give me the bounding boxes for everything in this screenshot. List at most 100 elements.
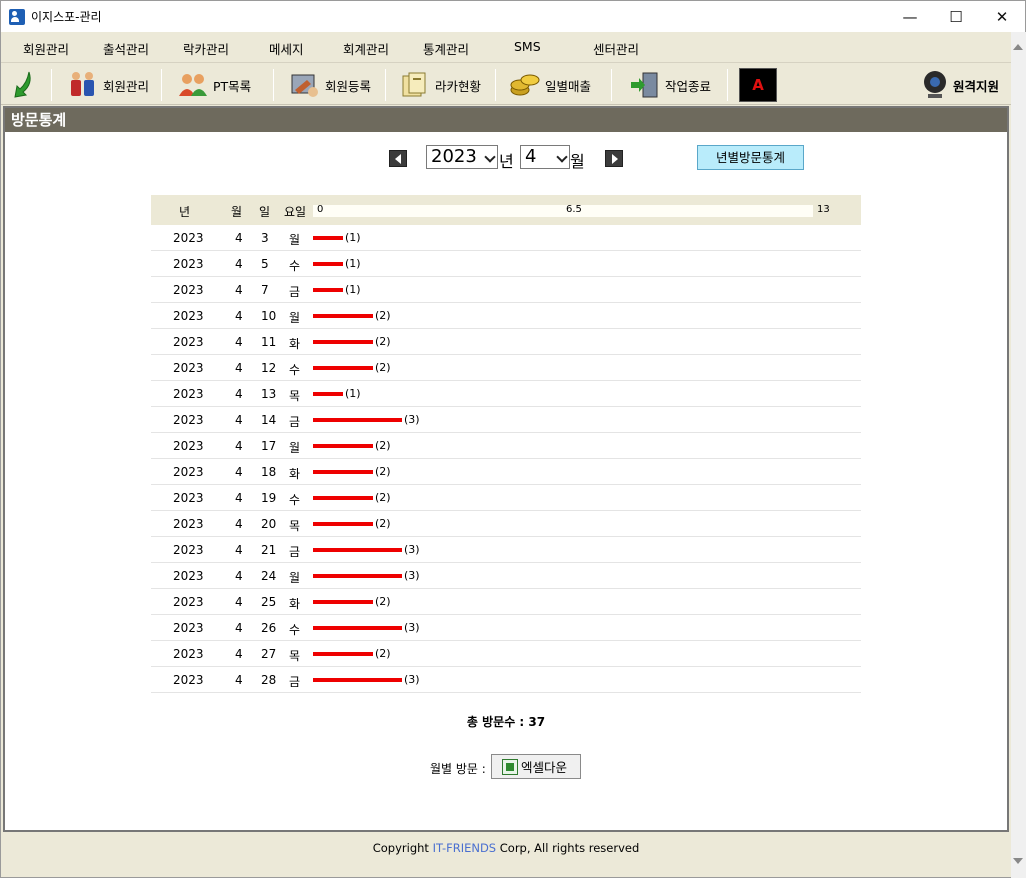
menu-attendance[interactable]: 출석관리 — [103, 39, 149, 58]
cell-year: 2023 — [173, 673, 204, 687]
menu-message[interactable]: 메세지 — [269, 39, 304, 58]
back-button[interactable] — [9, 67, 43, 103]
toolbar-daily-sales-button[interactable]: 일별매출 — [509, 67, 591, 103]
table-row: 2023 4 26 수 (3) — [151, 615, 861, 641]
members-icon — [71, 72, 94, 96]
toolbar-exit-label: 작업종료 — [665, 78, 712, 94]
toolbar-register-label: 회원등록 — [325, 78, 372, 94]
excel-download-label: 엑셀다운 — [521, 760, 568, 775]
cell-weekday: 월 — [289, 441, 301, 455]
cell-month: 4 — [235, 387, 243, 401]
menu-accounting[interactable]: 회계관리 — [343, 39, 389, 58]
toolbar-member-label: 회원관리 — [103, 78, 150, 94]
next-month-button[interactable] — [605, 150, 623, 167]
chevron-down-icon — [556, 151, 568, 163]
scale-bar — [313, 205, 813, 217]
visit-count-label: (3) — [404, 543, 420, 556]
month-suffix: 월 — [570, 152, 585, 171]
footer: Copyright IT-FRIENDS Corp, All rights re… — [1, 833, 1011, 863]
prev-month-button[interactable] — [389, 150, 407, 167]
cell-day: 14 — [261, 413, 277, 427]
table-body: 2023 4 3 월 (1) 2023 4 5 수 (1) 2023 4 7 금 (1) 2023 4 10 월 (2… — [151, 225, 861, 693]
cell-year: 2023 — [173, 517, 204, 531]
cell-weekday: 화 — [289, 337, 301, 351]
maximize-button[interactable]: ☐ — [933, 1, 979, 32]
adobe-button[interactable]: A — [739, 68, 777, 102]
table-row: 2023 4 11 화 (2) — [151, 329, 861, 355]
table-row: 2023 4 17 월 (2) — [151, 433, 861, 459]
visit-count-label: (1) — [345, 231, 361, 244]
menu-member[interactable]: 회원관리 — [23, 39, 69, 58]
cell-year: 2023 — [173, 647, 204, 661]
table-row: 2023 4 12 수 (2) — [151, 355, 861, 381]
cell-month: 4 — [235, 491, 243, 505]
visit-count-label: (1) — [345, 283, 361, 296]
menu-statistics[interactable]: 통계관리 — [423, 39, 469, 58]
scroll-down-icon[interactable] — [1013, 858, 1023, 864]
visit-count-label: (2) — [375, 517, 391, 530]
cell-weekday: 금 — [289, 415, 301, 429]
cell-month: 4 — [235, 283, 243, 297]
minimize-button[interactable]: — — [887, 1, 933, 32]
table-row: 2023 4 24 월 (3) — [151, 563, 861, 589]
cell-day: 24 — [261, 569, 277, 583]
visit-bar — [313, 418, 402, 422]
visit-table: 년 월 일 요일 0 6.5 13 2023 4 3 월 (1) 2023 4 5 수 (1) 20… — [151, 195, 861, 693]
table-row: 2023 4 18 화 (2) — [151, 459, 861, 485]
month-select[interactable]: 4 — [520, 145, 570, 169]
cell-month: 4 — [235, 309, 243, 323]
pt-people-icon — [179, 74, 207, 96]
cell-year: 2023 — [173, 257, 204, 271]
remote-support-button[interactable]: 원격지원 — [921, 67, 999, 103]
visit-bar — [313, 288, 343, 292]
cell-year: 2023 — [173, 309, 204, 323]
month-value: 4 — [525, 146, 537, 167]
cell-weekday: 화 — [289, 597, 301, 611]
visit-bar — [313, 392, 343, 396]
visit-bar — [313, 600, 373, 604]
cell-year: 2023 — [173, 283, 204, 297]
table-row: 2023 4 13 목 (1) — [151, 381, 861, 407]
cell-weekday: 수 — [289, 259, 301, 273]
cell-day: 21 — [261, 543, 277, 557]
window-title: 이지스포-관리 — [31, 10, 102, 24]
cell-day: 18 — [261, 465, 277, 479]
visit-count-label: (2) — [375, 595, 391, 608]
close-button[interactable]: ✕ — [979, 1, 1025, 32]
menu-locker[interactable]: 락카관리 — [183, 39, 229, 58]
menu-center[interactable]: 센터관리 — [593, 39, 639, 58]
cell-year: 2023 — [173, 621, 204, 635]
cell-day: 7 — [261, 283, 269, 297]
cell-month: 4 — [235, 647, 243, 661]
menu-sms[interactable]: SMS — [514, 39, 541, 54]
excel-download-button[interactable]: 엑셀다운 — [491, 754, 581, 779]
header-year: 년 — [179, 205, 191, 219]
excel-icon — [502, 758, 518, 775]
cell-weekday: 수 — [289, 363, 301, 377]
visit-count-label: (2) — [375, 335, 391, 348]
toolbar-locker-button[interactable]: 라카현황 — [399, 67, 481, 103]
webcam-icon — [924, 71, 946, 98]
cell-month: 4 — [235, 673, 243, 687]
toolbar-member-button[interactable]: 회원관리 — [67, 67, 149, 103]
cell-year: 2023 — [173, 569, 204, 583]
footer-suffix: Corp, All rights reserved — [496, 841, 640, 855]
year-select[interactable]: 2023 — [426, 145, 498, 169]
cell-year: 2023 — [173, 465, 204, 479]
visit-count-label: (1) — [345, 257, 361, 270]
toolbar-exit-button[interactable]: 작업종료 — [629, 67, 711, 103]
scroll-up-icon[interactable] — [1013, 44, 1023, 50]
table-row: 2023 4 5 수 (1) — [151, 251, 861, 277]
toolbar-daily-sales-label: 일별매출 — [545, 78, 592, 94]
cell-weekday: 목 — [289, 649, 301, 663]
cell-day: 25 — [261, 595, 277, 609]
app-window: 이지스포-관리 — ☐ ✕ 회원관리 출석관리 락카관리 메세지 회계관리 통계… — [0, 0, 1026, 878]
cell-day: 12 — [261, 361, 277, 375]
toolbar-pt-list-button[interactable]: PT목록 — [177, 67, 251, 103]
visit-bar — [313, 366, 373, 370]
yearly-stats-button[interactable]: 년별방문통계 — [697, 145, 804, 170]
vertical-scrollbar[interactable] — [1011, 32, 1026, 878]
exit-door-icon — [631, 72, 658, 98]
adobe-icon: A — [752, 76, 764, 94]
toolbar-register-button[interactable]: 회원등록 — [289, 67, 371, 103]
